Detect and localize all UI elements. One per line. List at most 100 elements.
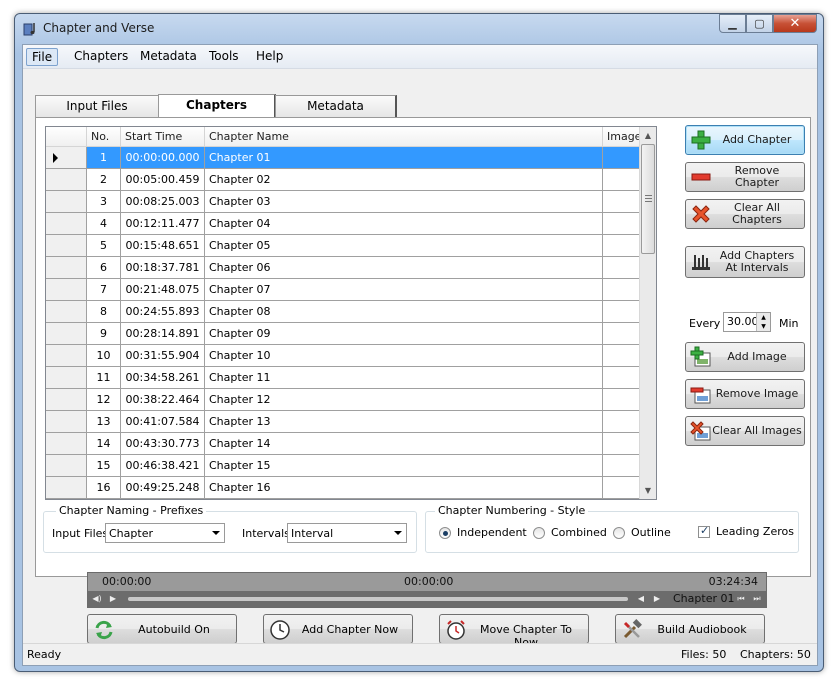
cell-time[interactable]: 00:05:00.459 [121,169,205,191]
remove-image-button[interactable]: Remove Image [685,379,805,409]
cell-time[interactable]: 00:00:00.000 [121,147,205,169]
table-row[interactable]: 6 00:18:37.781 Chapter 06 [46,257,653,279]
tab-chapters[interactable]: Chapters [158,94,276,118]
row-header[interactable] [46,433,87,455]
minimize-button[interactable]: ▁ [719,14,746,33]
clear-all-images-button[interactable]: Clear All Images [685,416,805,446]
table-row[interactable]: 16 00:49:25.248 Chapter 16 [46,477,653,499]
volume-icon[interactable]: ◀) [90,592,104,606]
row-header[interactable] [46,367,87,389]
build-audiobook-button[interactable]: Build Audiobook [615,614,765,644]
scroll-down-arrow-icon[interactable]: ▼ [640,482,656,499]
add-chapter-now-button[interactable]: Add Chapter Now [263,614,413,644]
cell-name[interactable]: Chapter 15 [205,455,603,477]
table-row[interactable]: 8 00:24:55.893 Chapter 08 [46,301,653,323]
remove-chapter-button[interactable]: Remove Chapter [685,162,805,192]
cell-name[interactable]: Chapter 16 [205,477,603,499]
cell-name[interactable]: Chapter 07 [205,279,603,301]
add-chapter-button[interactable]: Add Chapter [685,125,805,155]
table-row[interactable]: 5 00:15:48.651 Chapter 05 [46,235,653,257]
input-files-prefix-combo[interactable]: Chapter [105,523,225,543]
table-row[interactable]: 7 00:21:48.075 Chapter 07 [46,279,653,301]
move-chapter-to-now-button[interactable]: Move Chapter To Now [439,614,589,649]
intervals-prefix-combo[interactable]: Interval [287,523,407,543]
cell-time[interactable]: 00:18:37.781 [121,257,205,279]
maximize-button[interactable]: ▢ [746,14,773,33]
cell-time[interactable]: 00:28:14.891 [121,323,205,345]
cell-time[interactable]: 00:12:11.477 [121,213,205,235]
tab-input-files[interactable]: Input Files [35,95,159,117]
column-header-no[interactable]: No. [87,127,121,147]
cell-name[interactable]: Chapter 11 [205,367,603,389]
row-header[interactable] [46,191,87,213]
table-row[interactable]: 4 00:12:11.477 Chapter 04 [46,213,653,235]
table-row[interactable]: 1 00:00:00.000 Chapter 01 [46,147,653,169]
table-row[interactable]: 2 00:05:00.459 Chapter 02 [46,169,653,191]
table-row[interactable]: 14 00:43:30.773 Chapter 14 [46,433,653,455]
cell-no[interactable]: 4 [87,213,121,235]
close-button[interactable]: ✕ [773,14,817,33]
add-image-button[interactable]: Add Image [685,342,805,372]
row-header[interactable] [46,279,87,301]
table-row[interactable]: 12 00:38:22.464 Chapter 12 [46,389,653,411]
clear-all-chapters-button[interactable]: Clear All Chapters [685,199,805,229]
column-header-chapter-name[interactable]: Chapter Name [205,127,603,147]
skip-back-icon[interactable]: ⏮ [734,592,748,606]
dropdown-arrow-icon[interactable] [210,527,222,539]
row-header[interactable] [46,389,87,411]
table-row[interactable]: 15 00:46:38.421 Chapter 15 [46,455,653,477]
cell-no[interactable]: 11 [87,367,121,389]
cell-name[interactable]: Chapter 02 [205,169,603,191]
scroll-thumb[interactable] [641,144,655,254]
row-header[interactable] [46,323,87,345]
menu-tools[interactable]: Tools [204,48,244,66]
cell-no[interactable]: 10 [87,345,121,367]
menu-metadata[interactable]: Metadata [135,48,202,66]
cell-no[interactable]: 6 [87,257,121,279]
cell-time[interactable]: 00:24:55.893 [121,301,205,323]
row-header[interactable] [46,345,87,367]
next-frame-icon[interactable]: ▶ [650,592,664,606]
cell-time[interactable]: 00:08:25.003 [121,191,205,213]
column-header-start-time[interactable]: Start Time [121,127,205,147]
cell-no[interactable]: 3 [87,191,121,213]
spinner-up-icon[interactable]: ▲ [756,313,770,322]
cell-no[interactable]: 15 [87,455,121,477]
table-row[interactable]: 13 00:41:07.584 Chapter 13 [46,411,653,433]
play-icon[interactable]: ▶ [106,592,120,606]
row-header[interactable] [46,257,87,279]
cell-no[interactable]: 7 [87,279,121,301]
cell-no[interactable]: 8 [87,301,121,323]
cell-name[interactable]: Chapter 03 [205,191,603,213]
cell-time[interactable]: 00:41:07.584 [121,411,205,433]
cell-time[interactable]: 00:38:22.464 [121,389,205,411]
row-header[interactable] [46,477,87,499]
add-chapters-at-intervals-button[interactable]: Add Chapters At Intervals [685,246,805,278]
title-bar[interactable]: Chapter and Verse ▁ ▢ ✕ [15,14,823,44]
skip-forward-icon[interactable]: ⏭ [750,592,764,606]
cell-time[interactable]: 00:43:30.773 [121,433,205,455]
table-row[interactable]: 10 00:31:55.904 Chapter 10 [46,345,653,367]
previous-chapter-icon[interactable]: ◀ [634,592,648,606]
chapter-grid[interactable]: No. Start Time Chapter Name Image 1 00:00… [45,126,657,500]
table-row[interactable]: 3 00:08:25.003 Chapter 03 [46,191,653,213]
spinner-down-icon[interactable]: ▼ [756,322,770,331]
interval-minutes-spinner[interactable]: 30.00 ▲ ▼ [723,312,771,332]
cell-no[interactable]: 16 [87,477,121,499]
cell-time[interactable]: 00:21:48.075 [121,279,205,301]
cell-time[interactable]: 00:34:58.261 [121,367,205,389]
cell-no[interactable]: 5 [87,235,121,257]
cell-no[interactable]: 12 [87,389,121,411]
cell-no[interactable]: 9 [87,323,121,345]
row-header[interactable] [46,213,87,235]
cell-no[interactable]: 1 [87,147,121,169]
cell-name[interactable]: Chapter 14 [205,433,603,455]
seek-bar[interactable] [128,597,628,601]
cell-no[interactable]: 2 [87,169,121,191]
menu-help[interactable]: Help [251,48,288,66]
cell-time[interactable]: 00:49:25.248 [121,477,205,499]
cell-time[interactable]: 00:46:38.421 [121,455,205,477]
row-header[interactable] [46,411,87,433]
menu-file[interactable]: File [26,48,59,66]
tab-metadata[interactable]: Metadata [275,95,397,117]
